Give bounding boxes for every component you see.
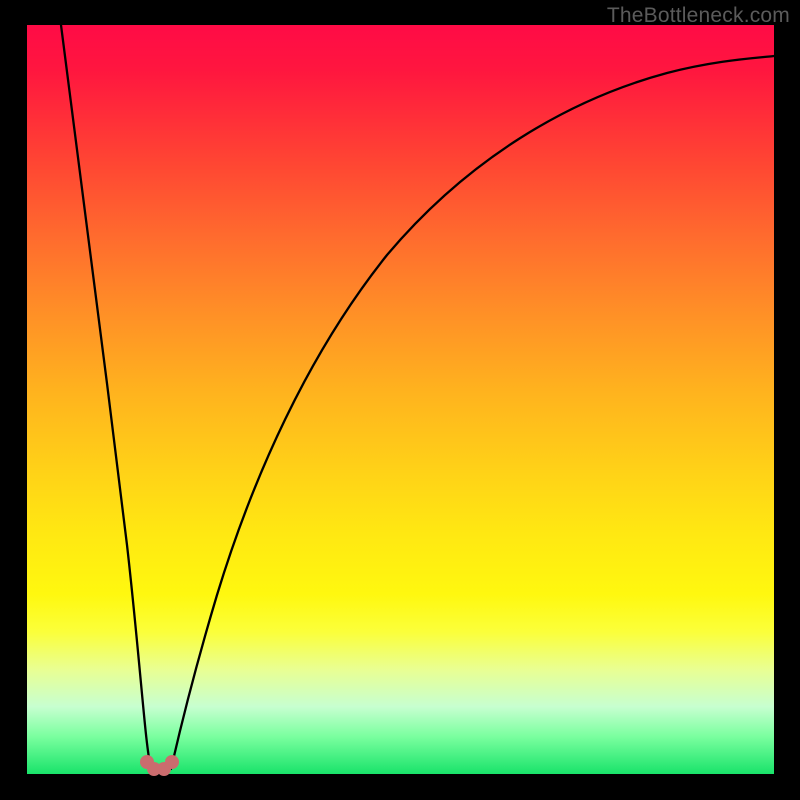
curve-layer <box>27 25 774 774</box>
curve-right-branch <box>171 56 774 769</box>
chart-frame: TheBottleneck.com <box>0 0 800 800</box>
plot-area <box>27 25 774 774</box>
curve-left-branch <box>61 25 151 769</box>
marker-dot <box>166 756 179 769</box>
